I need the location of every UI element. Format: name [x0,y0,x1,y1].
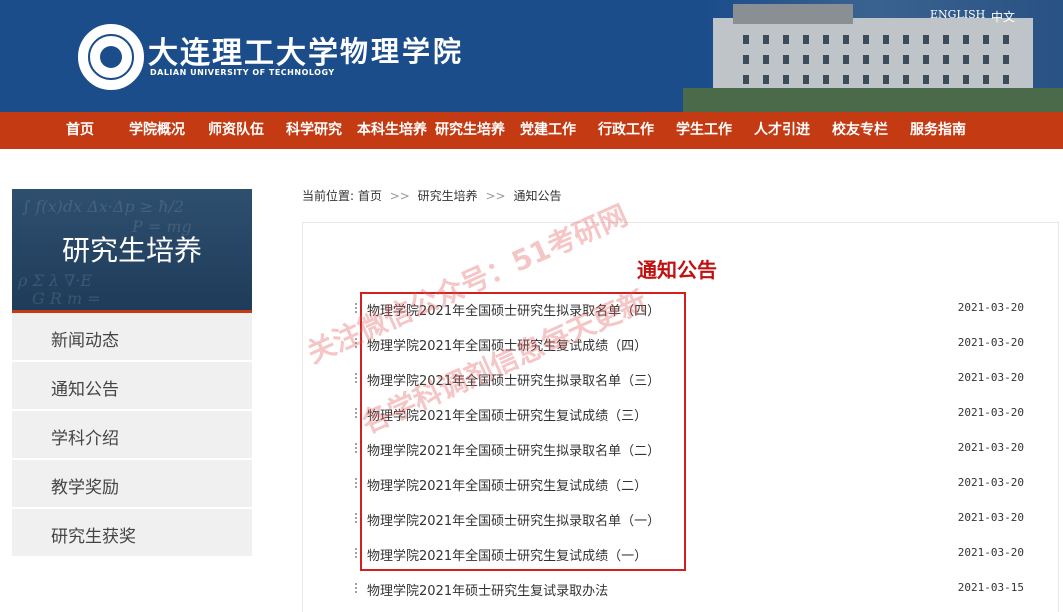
nav-item-research[interactable]: 科学研究 [286,112,342,149]
sidebar-item-teaching-awards[interactable]: 教学奖励 [12,460,252,509]
sidebar-banner-title: 研究生培养 [61,234,202,267]
notice-date: 2021-03-20 [957,336,1024,349]
main-nav: 首页 学院概况 师资队伍 科学研究 本科生培养 研究生培养 党建工作 行政工作 … [0,112,1063,149]
notice-date: 2021-03-20 [957,546,1024,559]
notice-date: 2021-03-20 [957,476,1024,489]
lang-english-link[interactable]: ENGLISH [930,8,985,21]
breadcrumb-separator: >> [389,189,410,203]
sidebar-item-news[interactable]: 新闻动态 [12,313,252,362]
sidebar-item-label: 新闻动态 [51,331,119,351]
sidebar-banner: ∫ f(x)dx Δx·Δp ≥ ħ/2 P = mg ρ Σ λ ∇·E G … [12,189,252,310]
breadcrumb-graduate[interactable]: 研究生培养 [418,189,478,203]
lang-chinese-link[interactable]: 中文 [991,8,1015,25]
bullet-icon [354,407,358,419]
notice-date: 2021-03-20 [957,301,1024,314]
site-header: 大连理工大学 DALIAN UNIVERSITY OF TECHNOLOGY 物… [0,0,1063,112]
breadcrumb-home[interactable]: 首页 [358,189,382,203]
sidebar-item-label: 研究生获奖 [51,527,136,547]
notice-date: 2021-03-20 [957,371,1024,384]
highlight-box [360,292,686,571]
sidebar-item-notices[interactable]: 通知公告 [12,362,252,411]
bullet-icon [354,547,358,559]
breadcrumb: 当前位置: 首页 >> 研究生培养 >> 通知公告 [302,187,561,204]
nav-item-student-affairs[interactable]: 学生工作 [676,112,732,149]
notice-date: 2021-03-20 [957,441,1024,454]
bullet-icon [354,582,358,594]
nav-item-party[interactable]: 党建工作 [520,112,576,149]
bullet-icon [354,302,358,314]
sidebar-item-graduate-awards[interactable]: 研究生获奖 [12,509,252,558]
sidebar-item-label: 学科介绍 [51,429,119,449]
bullet-icon [354,337,358,349]
notice-title-link[interactable]: 物理学院2021年硕士研究生复试录取办法 [367,580,608,599]
nav-item-faculty[interactable]: 师资队伍 [208,112,264,149]
university-english-name: DALIAN UNIVERSITY OF TECHNOLOGY [150,68,335,77]
bullet-icon [354,372,358,384]
breadcrumb-notices[interactable]: 通知公告 [513,189,561,203]
nav-item-administration[interactable]: 行政工作 [598,112,654,149]
nav-item-home[interactable]: 首页 [66,112,94,149]
nav-item-undergraduate[interactable]: 本科生培养 [357,112,427,149]
notice-date: 2021-03-20 [957,511,1024,524]
nav-item-graduate[interactable]: 研究生培养 [435,112,505,149]
university-name: 大连理工大学 [148,36,340,71]
notice-date: 2021-03-15 [957,581,1024,594]
bullet-icon [354,512,358,524]
nav-item-overview[interactable]: 学院概况 [129,112,185,149]
notice-row[interactable]: 物理学院2021年硕士研究生复试录取办法 2021-03-15 [354,580,1024,600]
nav-item-service-guide[interactable]: 服务指南 [910,112,966,149]
sidebar-item-disciplines[interactable]: 学科介绍 [12,411,252,460]
department-name: 物理学院 [340,35,465,68]
notice-date: 2021-03-20 [957,406,1024,419]
breadcrumb-prefix: 当前位置: [302,189,355,203]
university-seal-logo[interactable] [78,24,144,90]
bullet-icon [354,442,358,454]
nav-item-alumni[interactable]: 校友专栏 [832,112,888,149]
breadcrumb-separator: >> [485,189,506,203]
bullet-icon [354,477,358,489]
page-title: 通知公告 [637,258,717,282]
sidebar-item-label: 教学奖励 [51,478,119,498]
nav-item-recruitment[interactable]: 人才引进 [754,112,810,149]
sidebar-item-label: 通知公告 [51,380,119,400]
